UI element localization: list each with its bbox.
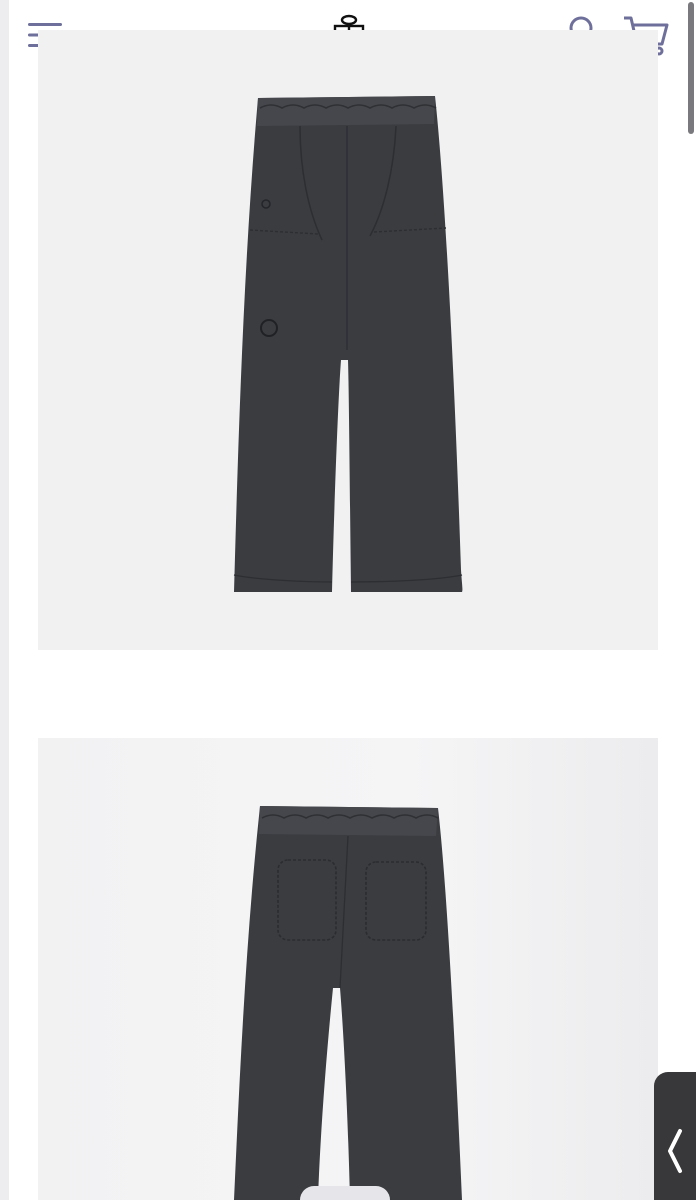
home-indicator xyxy=(300,1186,390,1200)
scrollbar[interactable] xyxy=(686,0,694,1200)
trousers-back-image xyxy=(234,806,462,1200)
chevron-left-icon xyxy=(668,1129,682,1173)
trousers-front-image xyxy=(233,96,463,592)
product-image-back[interactable] xyxy=(38,738,658,1200)
side-panel-tab[interactable] xyxy=(654,1072,696,1200)
page-edge xyxy=(0,0,9,1200)
scrollbar-thumb[interactable] xyxy=(688,2,694,134)
product-image-front[interactable] xyxy=(38,30,658,650)
